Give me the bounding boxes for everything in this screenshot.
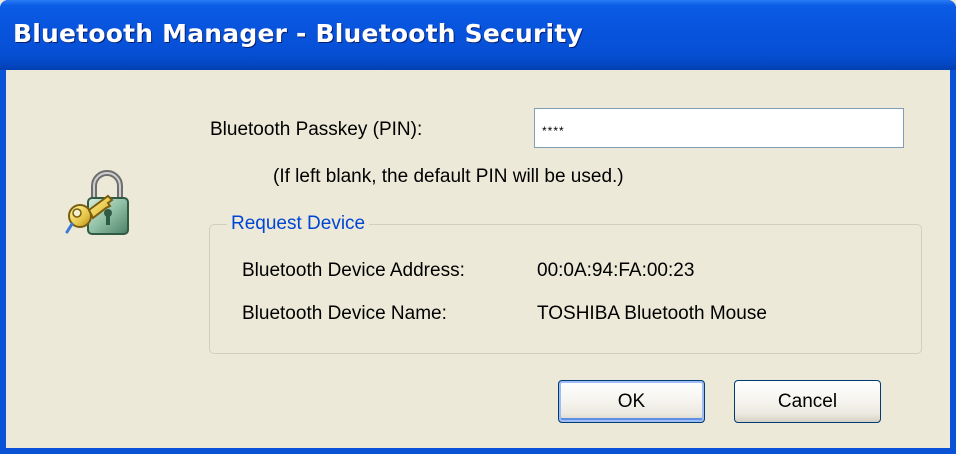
passkey-hint: (If left blank, the default PIN will be … [273,166,624,187]
lock-with-key-icon [65,170,129,235]
title-bar[interactable]: Bluetooth Manager - Bluetooth Security [0,0,956,70]
cancel-button[interactable]: Cancel [734,380,881,423]
ok-button[interactable]: OK [558,380,705,423]
request-device-legend: Request Device [227,213,370,235]
device-name-value: TOSHIBA Bluetooth Mouse [537,303,767,324]
passkey-label: Bluetooth Passkey (PIN): [210,119,423,140]
window-title: Bluetooth Manager - Bluetooth Security [13,19,583,48]
passkey-input[interactable] [534,108,904,148]
dialog-body: Bluetooth Passkey (PIN): (If left blank,… [6,70,950,448]
request-device-group [209,224,922,354]
device-address-value: 00:0A:94:FA:00:23 [537,260,695,281]
device-address-label: Bluetooth Device Address: [242,260,465,281]
dialog-window: Bluetooth Manager - Bluetooth Security B… [0,0,956,454]
device-name-label: Bluetooth Device Name: [242,303,447,324]
